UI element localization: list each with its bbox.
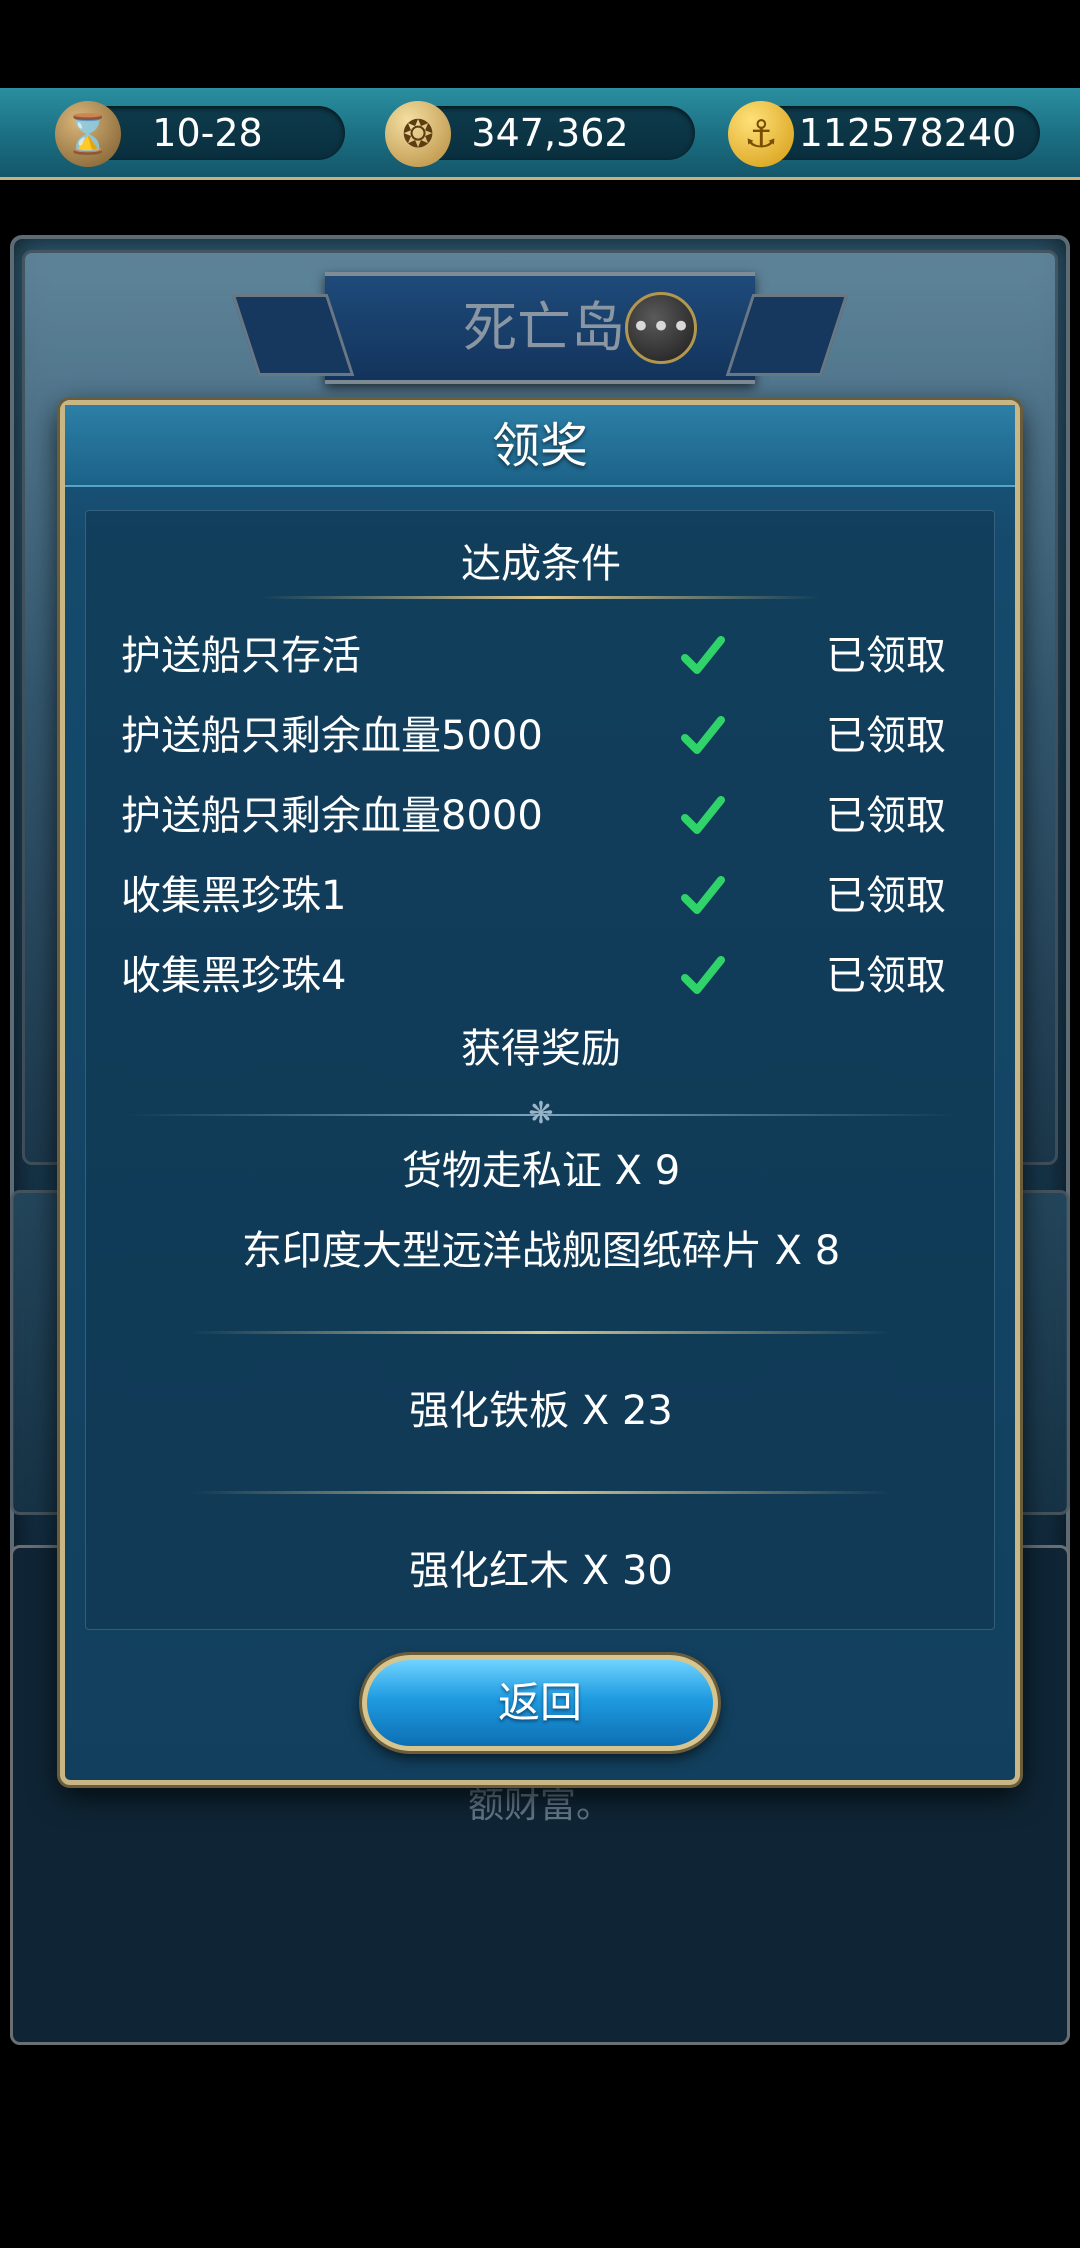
check-icon (681, 956, 725, 994)
status-bar-area (0, 0, 1080, 88)
anchor-coin-icon: ⚓ (728, 101, 794, 167)
fleur-ornament-icon: ❋ (528, 1096, 554, 1131)
condition-label: 收集黑珍珠4 (121, 953, 347, 999)
back-button[interactable]: 返回 (362, 1655, 718, 1751)
check-icon (681, 876, 725, 914)
reward-dialog: 领奖 达成条件 护送船只存活 已领取 护送船只剩余血量5000 已领取 护送船只… (60, 400, 1020, 1785)
condition-status: 已领取 (826, 713, 946, 759)
condition-label: 收集黑珍珠1 (121, 873, 347, 919)
island-title: 死亡岛 (463, 296, 625, 359)
condition-status: 已领取 (826, 793, 946, 839)
condition-row: 护送船只剩余血量8000 已领取 (86, 786, 996, 846)
condition-status: 已领取 (826, 953, 946, 999)
condition-row: 收集黑珍珠4 已领取 (86, 946, 996, 1006)
conditions-divider (261, 596, 821, 599)
dialog-body: 达成条件 护送船只存活 已领取 护送船只剩余血量5000 已领取 护送船只剩余血… (85, 510, 995, 1630)
navigation-bar-area (0, 2098, 1080, 2248)
reward-item: 强化红木 X 30 (409, 1548, 673, 1594)
condition-label: 护送船只剩余血量5000 (121, 713, 543, 759)
back-button-label: 返回 (497, 1678, 582, 1727)
condition-status: 已领取 (826, 873, 946, 919)
condition-row: 护送船只剩余血量5000 已领取 (86, 706, 996, 766)
reward-item: 东印度大型远洋战舰图纸碎片 X 8 (241, 1228, 841, 1274)
reward-divider (191, 1331, 891, 1334)
condition-label: 护送船只存活 (121, 633, 361, 679)
reward-item: 强化铁板 X 23 (409, 1388, 673, 1434)
condition-label: 护送船只剩余血量8000 (121, 793, 543, 839)
dialog-header: 领奖 (65, 405, 1015, 487)
condition-row: 收集黑珍珠1 已领取 (86, 866, 996, 926)
compass-icon: ❂ (385, 101, 451, 167)
check-icon (681, 796, 725, 834)
condition-status: 已领取 (826, 633, 946, 679)
conditions-heading: 达成条件 (461, 541, 621, 587)
chat-bubble-icon[interactable]: ••• (625, 292, 697, 364)
dialog-title: 领奖 (491, 418, 588, 474)
check-icon (681, 716, 725, 754)
hourglass-icon: ⌛ (55, 101, 121, 167)
reward-item: 货物走私证 X 9 (401, 1148, 681, 1194)
island-title-banner: 死亡岛 ••• (325, 272, 755, 384)
reward-divider (191, 1491, 891, 1494)
check-icon (681, 636, 725, 674)
condition-row: 护送船只存活 已领取 (86, 626, 996, 686)
resource-bar: 10-28 ⌛ 347,362 ❂ 112578240 ⚓ (0, 88, 1080, 180)
rewards-heading: 获得奖励 (461, 1026, 621, 1072)
